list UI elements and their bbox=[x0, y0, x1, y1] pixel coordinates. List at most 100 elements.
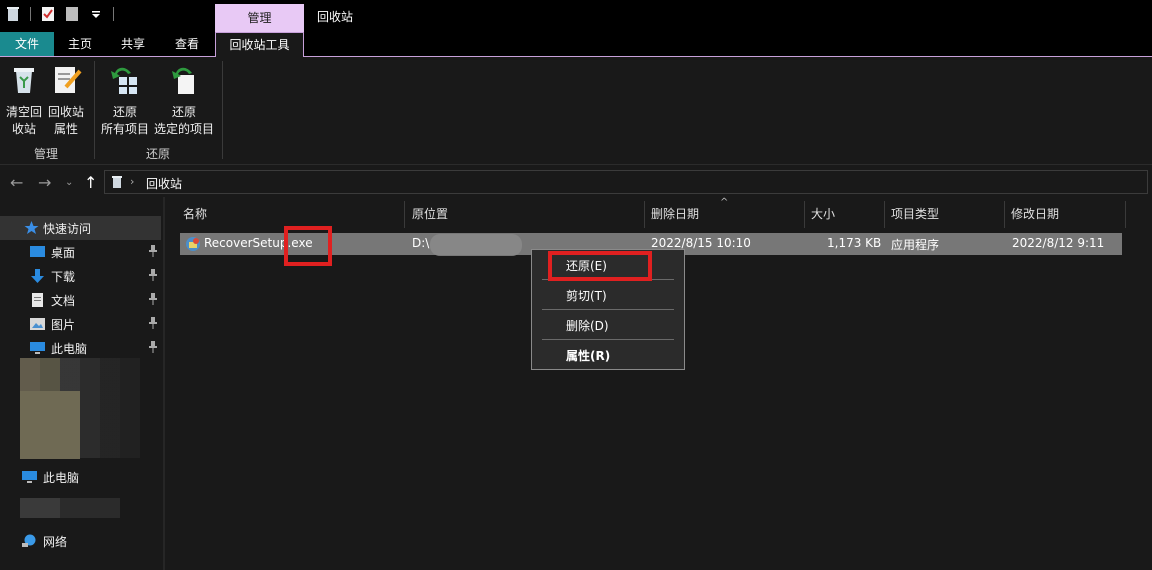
download-arrow-icon bbox=[31, 269, 44, 283]
quick-access-toolbar bbox=[6, 6, 114, 22]
column-header-name[interactable]: 名称 bbox=[165, 201, 405, 228]
highlight-box bbox=[284, 226, 332, 266]
document-icon[interactable] bbox=[65, 6, 79, 22]
title-bar: 管理 回收站 bbox=[0, 0, 1152, 32]
address-box[interactable]: › 回收站 bbox=[104, 170, 1148, 194]
properties-icon bbox=[55, 67, 82, 93]
file-name-base: RecoverSetup bbox=[204, 236, 288, 250]
restore-all-button[interactable]: 还原 所有项目 bbox=[99, 63, 151, 138]
pin-icon[interactable] bbox=[148, 317, 158, 329]
column-header-date-modified[interactable]: 修改日期 bbox=[1005, 201, 1126, 228]
empty-recycle-bin-button[interactable]: 清空回 收站 bbox=[4, 63, 44, 138]
menu-item-cut[interactable]: 剪切(T) bbox=[533, 283, 683, 309]
menu-item-properties[interactable]: 属性(R) bbox=[533, 343, 683, 369]
network-icon bbox=[22, 534, 36, 547]
restore-selected-icon bbox=[172, 67, 194, 94]
redacted-nav-items bbox=[20, 391, 80, 459]
nav-item-label: 下载 bbox=[51, 270, 76, 284]
recycle-bin-icon bbox=[112, 176, 122, 188]
desktop-icon bbox=[30, 246, 45, 257]
document-icon bbox=[32, 293, 43, 307]
nav-item-documents[interactable]: 文档 bbox=[0, 289, 161, 311]
pane-splitter[interactable] bbox=[163, 197, 165, 570]
column-header-size[interactable]: 大小 bbox=[805, 201, 885, 228]
restore-all-icon bbox=[111, 67, 137, 94]
tab-file[interactable]: 文件 bbox=[0, 32, 54, 56]
chevron-right-icon[interactable]: › bbox=[130, 175, 134, 188]
nav-item-this-pc[interactable]: 此电脑 bbox=[0, 466, 161, 488]
navigation-pane: 快速访问 桌面 下载 文档 图片 此电脑 此电脑 网络 bbox=[0, 213, 163, 570]
nav-item-label: 网络 bbox=[43, 535, 68, 549]
pin-icon[interactable] bbox=[148, 341, 158, 353]
up-arrow-icon[interactable]: ↑ bbox=[84, 173, 97, 192]
address-bar-row: ← → ⌄ ↑ › 回收站 bbox=[0, 167, 1152, 197]
file-original-location: D:\ bbox=[412, 236, 430, 250]
pin-icon[interactable] bbox=[148, 269, 158, 281]
properties-check-icon[interactable] bbox=[41, 6, 55, 22]
file-type: 应用程序 bbox=[891, 238, 940, 252]
ribbon-group-divider bbox=[222, 61, 223, 159]
restore-selected-label-2: 选定的项目 bbox=[153, 122, 214, 136]
recycle-bin-properties-label-2: 属性 bbox=[53, 122, 78, 136]
breadcrumb-recycle-bin[interactable]: 回收站 bbox=[146, 175, 182, 192]
picture-icon bbox=[30, 318, 45, 330]
forward-arrow-icon[interactable]: → bbox=[38, 173, 51, 192]
column-header-original-location[interactable]: 原位置 bbox=[405, 201, 645, 228]
ribbon-tabs: 文件 主页 共享 查看 回收站工具 bbox=[0, 32, 1152, 58]
menu-divider bbox=[542, 339, 674, 340]
restore-selected-label-1: 还原 bbox=[171, 105, 196, 119]
installer-icon bbox=[186, 237, 200, 251]
empty-recycle-bin-icon bbox=[14, 68, 34, 93]
empty-recycle-bin-label-1: 清空回 bbox=[5, 105, 42, 119]
empty-recycle-bin-label-2: 收站 bbox=[11, 122, 36, 136]
restore-selected-button[interactable]: 还原 选定的项目 bbox=[153, 63, 215, 138]
restore-all-label-1: 还原 bbox=[112, 105, 137, 119]
toolbar-divider bbox=[113, 7, 114, 21]
tab-home[interactable]: 主页 bbox=[58, 32, 102, 56]
computer-icon bbox=[22, 471, 37, 483]
ribbon-group-divider bbox=[94, 61, 95, 159]
recycle-bin-icon[interactable] bbox=[6, 6, 20, 22]
nav-item-label: 此电脑 bbox=[51, 342, 88, 356]
back-arrow-icon[interactable]: ← bbox=[10, 173, 23, 192]
recent-locations-chevron-icon[interactable]: ⌄ bbox=[65, 177, 73, 188]
context-tab-group-manage: 管理 bbox=[215, 4, 304, 32]
nav-item-desktop[interactable]: 桌面 bbox=[0, 241, 161, 263]
nav-item-downloads[interactable]: 下载 bbox=[0, 265, 161, 287]
pin-icon[interactable] bbox=[148, 293, 158, 305]
ribbon: 清空回 收站 回收站 属性 还原 所有项目 还原 选定的项目 管理 还原 bbox=[0, 57, 1152, 165]
tab-share[interactable]: 共享 bbox=[110, 32, 156, 56]
recycle-bin-properties-button[interactable]: 回收站 属性 bbox=[46, 63, 86, 138]
nav-item-label: 桌面 bbox=[51, 246, 76, 260]
pin-icon[interactable] bbox=[148, 245, 158, 257]
recycle-bin-properties-label-1: 回收站 bbox=[47, 105, 84, 119]
tab-recycle-bin-tools[interactable]: 回收站工具 bbox=[215, 32, 304, 58]
redacted-nav-items bbox=[20, 498, 120, 518]
nav-item-label: 此电脑 bbox=[43, 471, 80, 485]
nav-item-network[interactable]: 网络 bbox=[0, 530, 161, 552]
chevron-down-icon[interactable] bbox=[89, 6, 103, 22]
window-title: 回收站 bbox=[317, 10, 354, 24]
file-date-deleted: 2022/8/15 10:10 bbox=[651, 236, 751, 250]
redacted-path bbox=[430, 234, 522, 256]
ribbon-group-manage-label: 管理 bbox=[34, 147, 59, 161]
menu-divider bbox=[542, 309, 674, 310]
column-header-date-deleted[interactable]: 删除日期 bbox=[645, 201, 805, 228]
file-list-header: 名称 原位置 删除日期 大小 项目类型 修改日期 bbox=[165, 201, 1152, 228]
nav-item-this-pc-pinned[interactable]: 此电脑 bbox=[0, 337, 161, 359]
file-size: 1,173 KB bbox=[827, 236, 882, 250]
menu-item-delete[interactable]: 删除(D) bbox=[533, 313, 683, 339]
computer-icon bbox=[30, 342, 45, 354]
nav-item-label: 图片 bbox=[51, 318, 76, 332]
nav-item-pictures[interactable]: 图片 bbox=[0, 313, 161, 335]
toolbar-divider bbox=[30, 7, 31, 21]
ribbon-group-restore-label: 还原 bbox=[146, 147, 171, 161]
star-icon bbox=[24, 221, 39, 234]
nav-item-label: 文档 bbox=[51, 294, 76, 308]
restore-all-label-2: 所有项目 bbox=[100, 122, 149, 136]
tab-view[interactable]: 查看 bbox=[164, 32, 210, 56]
column-header-item-type[interactable]: 项目类型 bbox=[885, 201, 1005, 228]
nav-item-quick-access[interactable]: 快速访问 bbox=[0, 217, 161, 239]
file-date-modified: 2022/8/12 9:11 bbox=[1012, 236, 1105, 250]
nav-item-label: 快速访问 bbox=[43, 222, 92, 236]
